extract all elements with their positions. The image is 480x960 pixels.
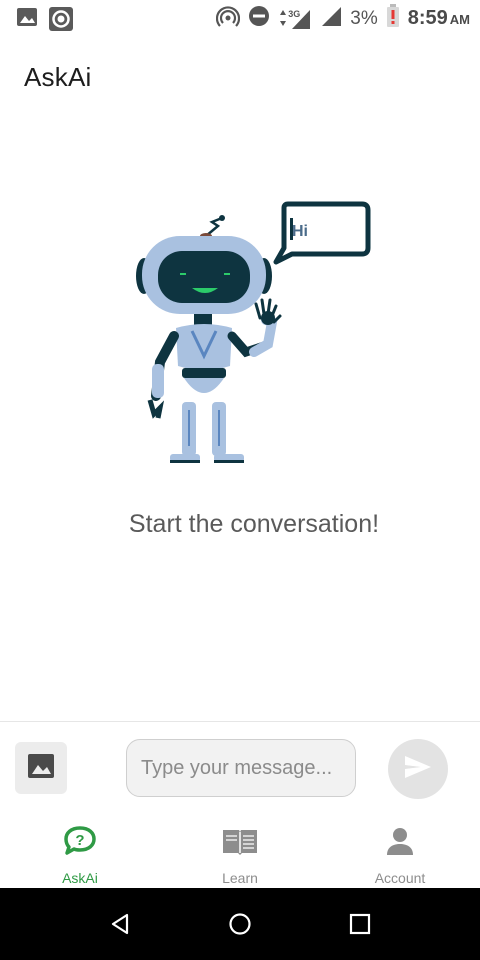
empty-state-message: Start the conversation!	[128, 510, 380, 538]
image-icon	[16, 6, 38, 37]
network-type: 3G	[288, 8, 301, 19]
system-navigation-bar	[0, 888, 480, 960]
speech-bubble: Hi	[273, 201, 371, 265]
speech-bubble-text: Hi	[292, 223, 308, 240]
message-input[interactable]	[126, 739, 356, 797]
svg-text:?: ?	[75, 832, 84, 849]
person-icon	[385, 826, 415, 861]
tab-label: AskAi	[62, 870, 98, 886]
home-icon[interactable]	[228, 912, 252, 936]
signal-icon: 3G	[278, 7, 312, 31]
status-bar: 3G 3% 8:59 AM	[0, 0, 480, 36]
tab-account[interactable]: Account	[320, 816, 480, 888]
do-not-disturb-icon	[248, 5, 270, 32]
recents-icon[interactable]	[348, 912, 372, 936]
clock-ampm: AM	[449, 12, 470, 27]
send-icon	[403, 754, 433, 785]
image-icon	[26, 751, 56, 786]
tab-label: Account	[374, 870, 426, 886]
question-chat-icon: ?	[63, 825, 97, 862]
tab-learn[interactable]: Learn	[160, 816, 320, 888]
send-button[interactable]	[388, 739, 448, 799]
clock-time: 8:59	[407, 7, 448, 29]
tab-label: Learn	[222, 870, 258, 886]
record-icon	[48, 6, 74, 37]
message-composer	[0, 721, 480, 817]
battery-percent: 3%	[350, 7, 378, 29]
signal-icon	[320, 5, 342, 32]
book-icon	[221, 826, 259, 861]
hotspot-icon	[216, 4, 241, 33]
bottom-navigation: ? AskAi Learn Account	[0, 816, 480, 888]
battery-alert-icon	[386, 4, 400, 33]
robot-illustration: Hi	[136, 201, 371, 463]
tab-askai[interactable]: ? AskAi	[0, 816, 160, 888]
back-icon[interactable]	[108, 912, 132, 936]
page-title: AskAi	[24, 62, 92, 92]
attach-image-button[interactable]	[15, 742, 67, 794]
